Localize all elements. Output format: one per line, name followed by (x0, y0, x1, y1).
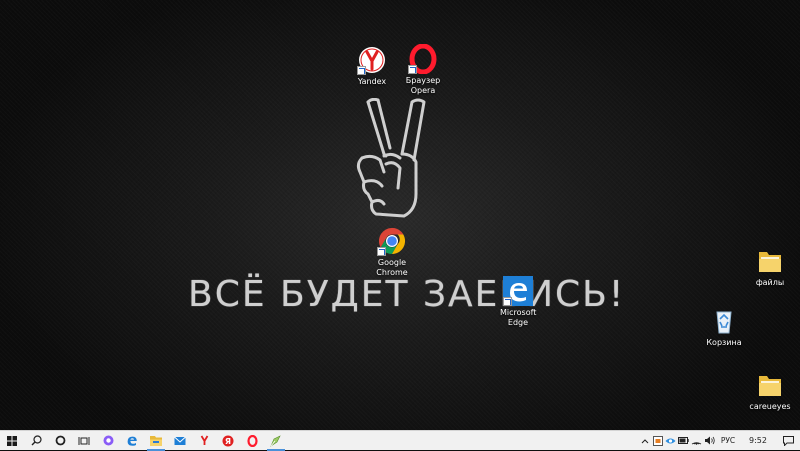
taskbar-notepad[interactable] (264, 431, 288, 451)
folder-icon (150, 436, 162, 446)
desktop-icon-files-folder[interactable]: файлы (740, 246, 800, 288)
desktop-icon-opera[interactable]: Браузер Opera (392, 43, 454, 96)
wallpaper-slogan: ВСЁ БУДЕТ ЗАЕБИСЬ! (188, 274, 626, 315)
shortcut-arrow-icon (357, 66, 366, 75)
shortcut-arrow-icon (408, 65, 417, 74)
start-button[interactable] (0, 431, 24, 451)
task-view-icon (78, 436, 90, 445)
eye-icon (665, 438, 676, 443)
cortana-circle-icon (55, 435, 65, 446)
action-center-button[interactable] (776, 431, 800, 451)
alice-voice-assistant-icon (103, 435, 113, 446)
shortcut-arrow-icon (503, 297, 512, 306)
yandex-browser-icon (200, 435, 208, 445)
recycle-bin-icon (716, 311, 732, 334)
tray-wifi-button[interactable] (690, 431, 703, 451)
battery-icon (678, 437, 689, 444)
search-button[interactable] (24, 431, 48, 451)
app-tray-icon (652, 435, 663, 446)
desktop-icon-label: careueyes (749, 402, 791, 411)
chevron-up-icon (641, 438, 648, 443)
desktop-icon-label: Google Chrome (376, 258, 408, 277)
taskbar-file-explorer[interactable] (144, 431, 168, 451)
system-tray: РУС 9:52 (638, 431, 800, 451)
taskbar-opera[interactable] (240, 431, 264, 451)
desktop-icon-chrome[interactable]: Google Chrome (362, 226, 422, 278)
notepad-icon (270, 434, 281, 447)
tray-app-button[interactable] (651, 431, 664, 451)
volume-icon (705, 436, 715, 445)
shortcut-arrow-icon (377, 247, 386, 256)
desktop-icon-label: Корзина (706, 338, 742, 347)
clock[interactable]: 9:52 (740, 436, 776, 445)
opera-icon (246, 434, 258, 447)
taskbar-yandex[interactable]: Я (216, 431, 240, 451)
mail-icon (174, 436, 186, 445)
tray-battery-button[interactable] (677, 431, 690, 451)
desktop-icon-label: файлы (755, 278, 785, 287)
peace-hand-wallpaper-art (356, 98, 426, 218)
task-view-button[interactable] (72, 431, 96, 451)
search-icon (31, 435, 42, 446)
tray-volume-button[interactable] (703, 431, 716, 451)
input-language-indicator[interactable]: РУС (716, 436, 740, 445)
taskbar-yandex-browser[interactable] (192, 431, 216, 451)
folder-icon (759, 376, 781, 396)
taskbar-edge[interactable] (120, 431, 144, 451)
desktop-icon-label: Microsoft Edge (500, 308, 537, 327)
tray-careueyes-button[interactable] (664, 431, 677, 451)
desktop-icon-label: Браузер Opera (405, 76, 441, 95)
desktop[interactable]: ВСЁ БУДЕТ ЗАЕБИСЬ! Yandex Браузер Opera (0, 0, 800, 430)
edge-icon (127, 436, 137, 446)
taskbar-alice[interactable] (96, 431, 120, 451)
taskbar: Я РУС 9:52 (0, 430, 800, 451)
taskbar-mail[interactable] (168, 431, 192, 451)
windows-logo-icon (7, 435, 17, 446)
desktop-icon-recycle-bin[interactable]: Корзина (694, 306, 754, 348)
folder-icon (759, 252, 781, 272)
wifi-icon (691, 442, 702, 445)
show-hidden-icons-button[interactable] (638, 431, 651, 451)
yandex-icon: Я (222, 435, 234, 446)
cortana-button[interactable] (48, 431, 72, 451)
notification-icon (782, 435, 794, 446)
svg-text:Я: Я (225, 437, 231, 446)
desktop-icon-careueyes-folder[interactable]: careueyes (740, 370, 800, 412)
desktop-icon-edge[interactable]: Microsoft Edge (488, 276, 548, 328)
